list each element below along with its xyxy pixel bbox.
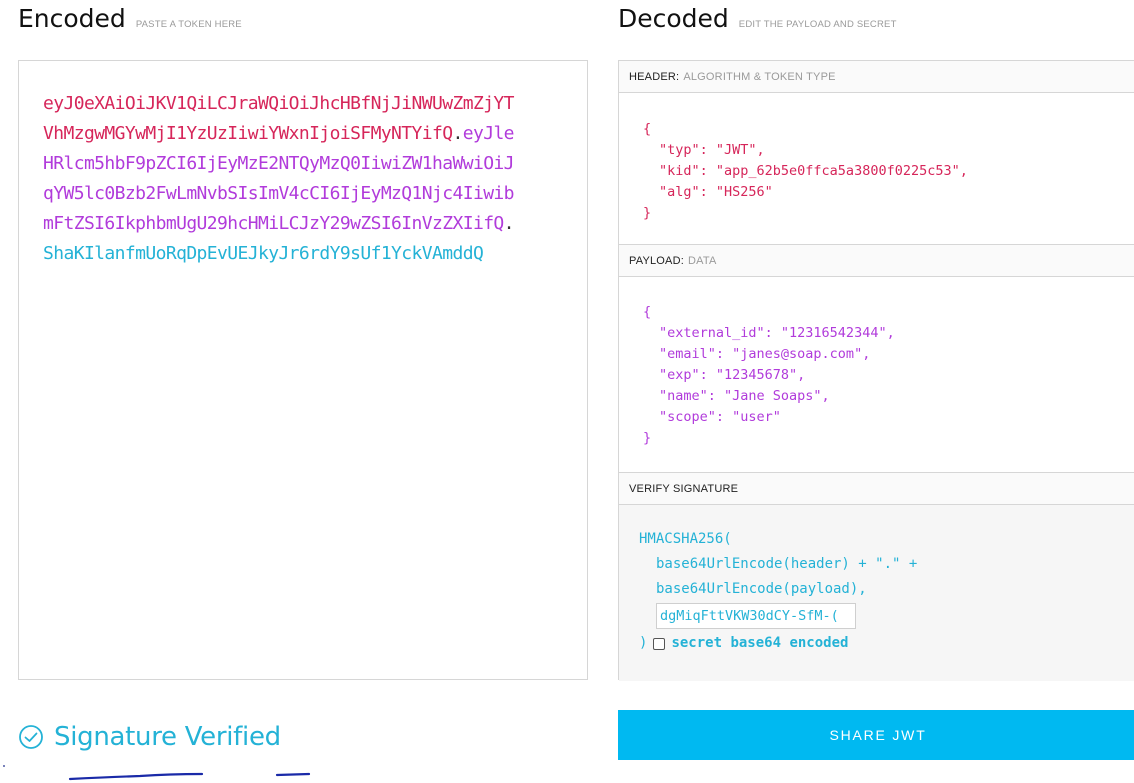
signature-verified-text: Signature Verified — [54, 722, 281, 752]
payload-section-title: PAYLOAD: DATA — [619, 245, 1134, 277]
token-separator: . — [503, 213, 515, 234]
base64-encoded-checkbox[interactable] — [653, 637, 666, 650]
payload-section-label: PAYLOAD: — [629, 254, 684, 267]
verify-section-label: VERIFY SIGNATURE — [629, 482, 739, 495]
encode-payload-line: base64UrlEncode(payload), — [656, 581, 867, 597]
json-open-brace: { — [643, 121, 652, 137]
header-section-title: HEADER: ALGORITHM & TOKEN TYPE — [619, 61, 1134, 93]
encoded-heading: Encoded PASTE A TOKEN HERE — [18, 4, 242, 33]
base64-encoded-label[interactable]: secret base64 encoded — [671, 631, 848, 656]
header-kid-line: "kid": "app_62b5e0ffca5a3800f0225c53", — [659, 163, 968, 179]
secret-options-row: ) secret base64 encoded — [639, 631, 1134, 656]
encoded-token-editor[interactable]: eyJ0eXAiOiJKV1QiLCJraWQiOiJhcHBfNjJiNWUw… — [18, 60, 588, 680]
header-alg-line: "alg": "HS256" — [659, 184, 773, 200]
annotation-scribble — [3, 765, 311, 781]
verify-section-title: VERIFY SIGNATURE — [619, 473, 1134, 505]
header-json-editor[interactable]: { "typ": "JWT", "kid": "app_62b5e0ffca5a… — [619, 93, 1134, 245]
json-close-brace: } — [643, 430, 652, 446]
check-circle-icon — [19, 725, 43, 749]
verify-signature-body: HMACSHA256( base64UrlEncode(header) + ".… — [619, 505, 1134, 681]
payload-json-editor[interactable]: { "external_id": "12316542344", "email":… — [619, 277, 1134, 473]
payload-name-line: "name": "Jane Soaps", — [659, 388, 830, 404]
payload-email-line: "email": "janes@soap.com", — [659, 346, 871, 362]
secret-input[interactable]: dgMiqFttVKW30dCY-SfM-( — [656, 603, 856, 629]
encode-header-line: base64UrlEncode(header) + "." + — [656, 556, 918, 572]
token-signature-segment: ShaKIlanfmUoRqDpEvUEJkyJr6rdY9sUf1YckVAm… — [43, 243, 484, 264]
header-typ-line: "typ": "JWT", — [659, 142, 765, 158]
payload-section-hint: DATA — [688, 254, 717, 267]
payload-scope-line: "scope": "user" — [659, 409, 781, 425]
decoded-title: Decoded — [618, 4, 729, 33]
hmac-function-line: HMACSHA256( — [639, 531, 732, 547]
payload-external-id-line: "external_id": "12316542344", — [659, 325, 895, 341]
json-close-brace: } — [643, 205, 652, 221]
decoded-panel: HEADER: ALGORITHM & TOKEN TYPE { "typ": … — [618, 60, 1134, 681]
signature-status: Signature Verified — [18, 722, 281, 752]
decoded-caption: EDIT THE PAYLOAD AND SECRET — [738, 19, 897, 30]
decoded-heading: Decoded EDIT THE PAYLOAD AND SECRET — [618, 4, 897, 33]
share-jwt-button[interactable]: SHARE JWT — [618, 710, 1134, 760]
payload-exp-line: "exp": "12345678", — [659, 367, 806, 383]
encoded-caption: PASTE A TOKEN HERE — [135, 19, 242, 30]
encoded-title: Encoded — [18, 4, 126, 33]
header-section-hint: ALGORITHM & TOKEN TYPE — [683, 70, 836, 83]
hmac-close-paren: ) — [639, 635, 648, 651]
header-section-label: HEADER: — [629, 70, 680, 83]
token-header-segment: eyJ0eXAiOiJKV1QiLCJraWQiOiJhcHBfNjJiNWUw… — [43, 93, 515, 144]
encoded-token-text[interactable]: eyJ0eXAiOiJKV1QiLCJraWQiOiJhcHBfNjJiNWUw… — [43, 89, 523, 269]
token-separator: . — [452, 123, 463, 144]
json-open-brace: { — [643, 304, 652, 320]
